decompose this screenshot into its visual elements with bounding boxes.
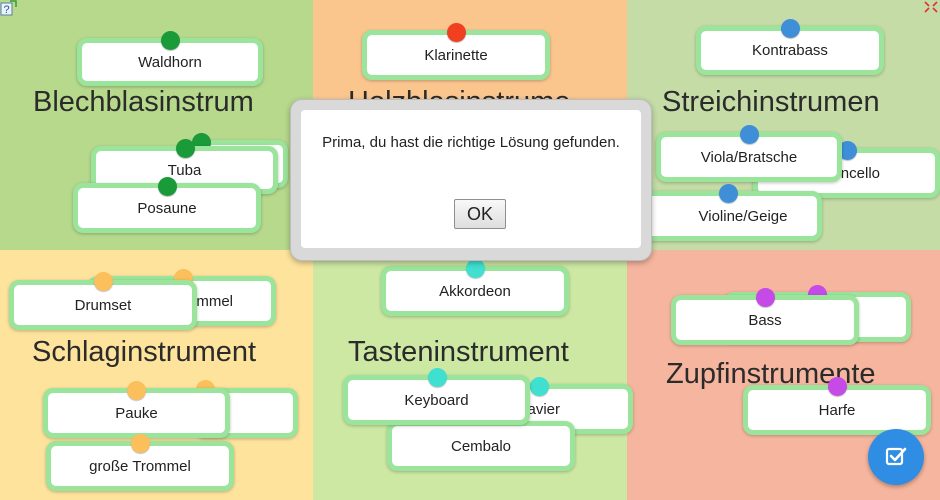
check-icon <box>885 447 907 466</box>
pin-akkordeon <box>466 259 485 278</box>
card-label: Klarinette <box>424 46 488 64</box>
card-label: Akkordeon <box>439 282 511 300</box>
card-label: Violine/Geige <box>698 207 788 225</box>
card-label: Viola/Bratsche <box>700 148 798 166</box>
feedback-message: Prima, du hast die richtige Lösung gefun… <box>322 134 620 151</box>
feedback-dialog-body: Prima, du hast die richtige Lösung gefun… <box>301 110 641 248</box>
zone-title-brass: Blechblasinstrum <box>33 86 254 118</box>
card-label: Posaune <box>137 199 197 217</box>
ok-button[interactable]: OK <box>454 199 506 229</box>
card-label: große Trommel <box>89 457 191 475</box>
card-label: Pauke <box>115 404 158 422</box>
pin-drumset <box>94 272 113 291</box>
feedback-dialog: Prima, du hast die richtige Lösung gefun… <box>290 99 652 261</box>
card-label: Bass <box>748 311 782 329</box>
pin-pauke <box>127 381 146 400</box>
card-label: Keyboard <box>404 391 469 409</box>
pin-keyboard <box>428 368 447 387</box>
zone-title-string: Streichinstrumen <box>662 86 880 118</box>
fullscreen-exit-icon[interactable] <box>924 1 938 13</box>
card-cembalo[interactable]: Cembalo <box>387 421 575 471</box>
pin-grosse-trommel <box>131 434 150 453</box>
pin-klavier <box>530 377 549 396</box>
zone-title-keyboard: Tasteninstrument <box>348 336 569 368</box>
card-label: Harfe <box>818 401 856 419</box>
pin-kontrabass <box>781 19 800 38</box>
card-label: Kontrabass <box>752 42 828 59</box>
pin-harfe <box>828 377 847 396</box>
pin-waldhorn <box>161 31 180 50</box>
pin-klarinette <box>447 23 466 42</box>
pin-posaune <box>158 177 177 196</box>
svg-text:?: ? <box>3 4 9 16</box>
card-label: Drumset <box>74 296 132 314</box>
pin-bass <box>756 288 775 307</box>
check-button[interactable] <box>868 429 924 485</box>
pin-violine <box>719 184 738 203</box>
pin-tuba <box>176 139 195 158</box>
card-label: Tuba <box>167 161 202 179</box>
help-icon[interactable]: ? <box>0 0 17 17</box>
card-label: Cembalo <box>450 437 512 455</box>
pin-viola <box>740 125 759 144</box>
card-label: Waldhorn <box>138 53 202 71</box>
zone-title-percussion: Schlaginstrument <box>32 336 257 368</box>
